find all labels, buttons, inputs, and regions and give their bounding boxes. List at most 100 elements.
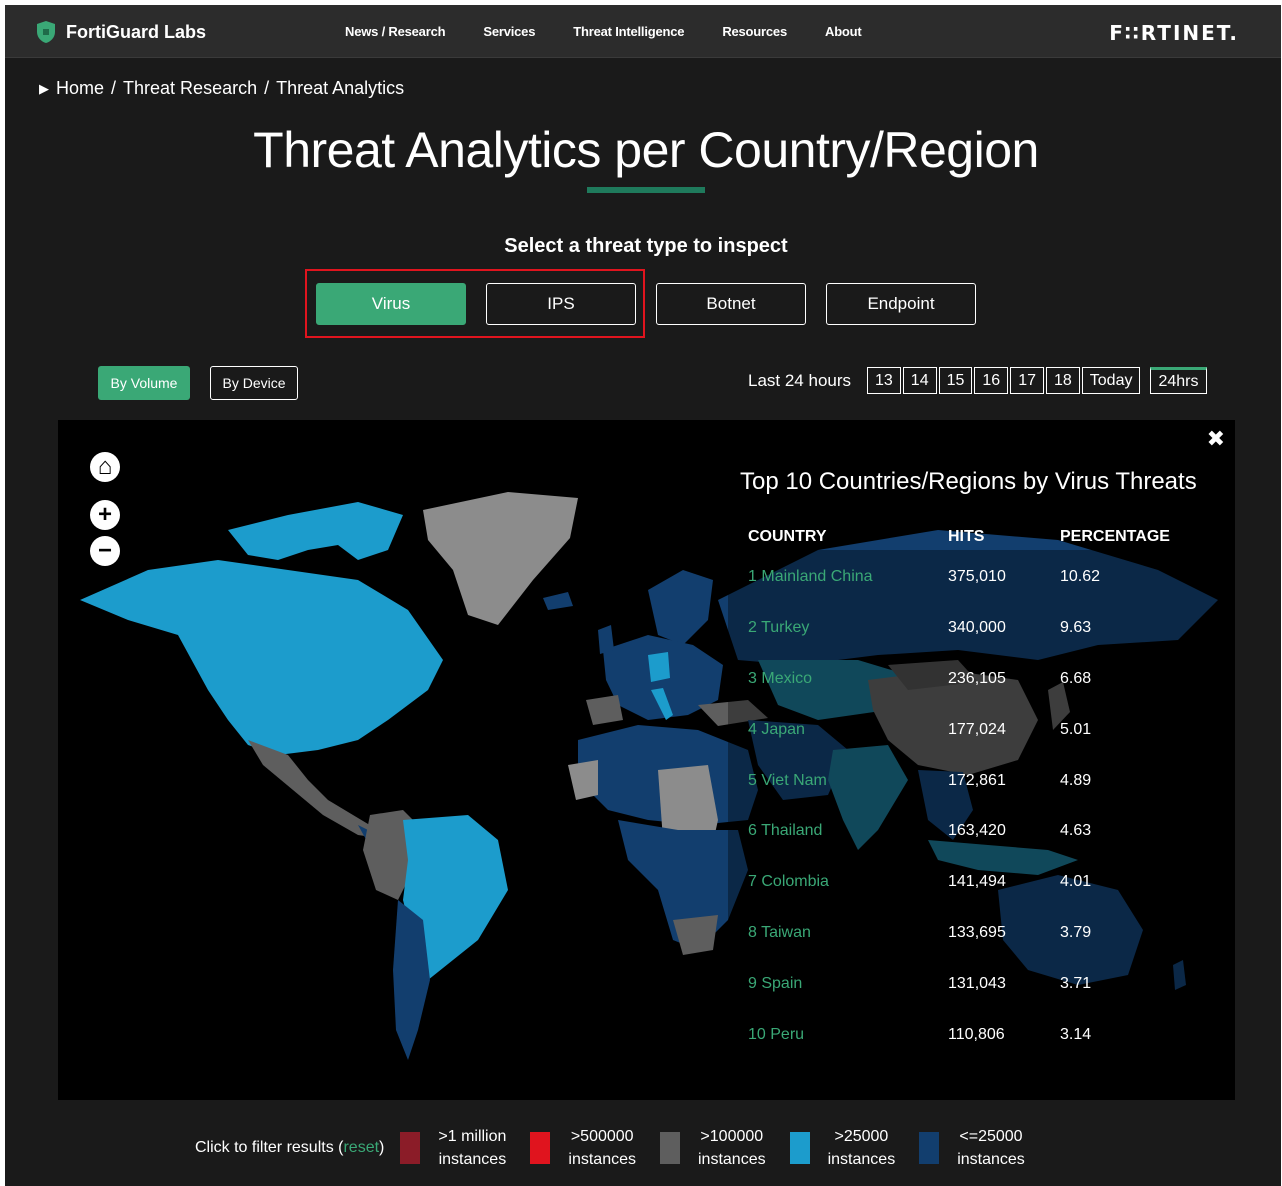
legend-text: >25000 instances bbox=[828, 1125, 896, 1171]
column-header-country: COUNTRY bbox=[748, 528, 827, 545]
fortinet-logo[interactable]: F∷RTINET. bbox=[1109, 21, 1239, 45]
legend-swatch[interactable] bbox=[919, 1132, 940, 1164]
legend-item[interactable]: >500000 instances bbox=[530, 1125, 636, 1171]
top-countries-table: COUNTRY HITS PERCENTAGE 1 Mainland China… bbox=[748, 528, 1218, 1060]
country-cell[interactable]: 8 Taiwan bbox=[748, 924, 948, 942]
map-region-scandinavia bbox=[648, 570, 713, 645]
legend-item[interactable]: >25000 instances bbox=[789, 1125, 896, 1171]
country-name: Taiwan bbox=[761, 923, 811, 941]
hits-cell: 131,043 bbox=[948, 974, 1006, 992]
table-row[interactable]: 3 Mexico 236,105 6.68 bbox=[748, 654, 1218, 705]
close-icon[interactable]: ✖ bbox=[1207, 426, 1225, 452]
legend-text: <=25000 instances bbox=[957, 1125, 1025, 1171]
legend-label-suffix: ) bbox=[379, 1139, 385, 1156]
hits-cell: 177,024 bbox=[948, 720, 1006, 738]
map-region-central-europe bbox=[648, 652, 670, 682]
legend-line2: instances bbox=[568, 1151, 636, 1168]
day-button-18[interactable]: 18 bbox=[1045, 367, 1080, 394]
country-name: Mexico bbox=[761, 669, 813, 687]
percentage-cell: 3.79 bbox=[1060, 923, 1092, 941]
rank: 6 bbox=[748, 822, 757, 840]
range-button-24hrs[interactable]: 24hrs bbox=[1150, 367, 1207, 394]
nav-link-resources[interactable]: Resources bbox=[722, 24, 787, 39]
day-button-16[interactable]: 16 bbox=[974, 367, 1009, 394]
table-row[interactable]: 2 Turkey 340,000 9.63 bbox=[748, 603, 1218, 654]
day-selector: 13 14 15 16 17 18 Today 24hrs bbox=[867, 367, 1209, 394]
country-cell[interactable]: 10 Peru bbox=[748, 1026, 948, 1044]
legend-line1: >100000 bbox=[700, 1128, 764, 1145]
breadcrumb-separator: / bbox=[264, 78, 270, 98]
breadcrumb-home[interactable]: Home bbox=[56, 78, 104, 99]
country-name: Spain bbox=[761, 974, 803, 992]
legend-item[interactable]: >1 million instances bbox=[400, 1125, 506, 1171]
rank: 5 bbox=[748, 771, 757, 789]
legend-line1: >500000 bbox=[570, 1128, 634, 1145]
table-row[interactable]: 8 Taiwan 133,695 3.79 bbox=[748, 908, 1218, 959]
day-button-17[interactable]: 17 bbox=[1010, 367, 1044, 394]
rank: 4 bbox=[748, 720, 757, 738]
nav-link-news-research[interactable]: News / Research bbox=[345, 24, 446, 39]
legend-swatch[interactable] bbox=[400, 1132, 421, 1164]
by-device-button[interactable]: By Device bbox=[210, 366, 298, 400]
percentage-cell: 9.63 bbox=[1060, 619, 1092, 637]
country-cell[interactable]: 1 Mainland China bbox=[748, 568, 948, 586]
percentage-cell: 3.14 bbox=[1060, 1025, 1092, 1043]
table-row[interactable]: 6 Thailand 163,420 4.63 bbox=[748, 806, 1218, 857]
nav-link-services[interactable]: Services bbox=[483, 24, 535, 39]
threat-button-botnet[interactable]: Botnet bbox=[656, 283, 806, 325]
table-row[interactable]: 1 Mainland China 375,010 10.62 bbox=[748, 552, 1218, 603]
threat-button-virus[interactable]: Virus bbox=[316, 283, 466, 325]
country-name: Colombia bbox=[761, 873, 829, 891]
legend-label: Click to filter results (reset) bbox=[195, 1139, 384, 1157]
breadcrumb-threat-analytics[interactable]: Threat Analytics bbox=[276, 78, 404, 99]
breadcrumb-threat-research[interactable]: Threat Research bbox=[123, 78, 257, 99]
country-cell[interactable]: 4 Japan bbox=[748, 721, 948, 739]
hits-cell: 340,000 bbox=[948, 619, 1006, 637]
nav-link-about[interactable]: About bbox=[825, 24, 862, 39]
country-cell[interactable]: 5 Viet Nam bbox=[748, 772, 948, 790]
country-cell[interactable]: 9 Spain bbox=[748, 975, 948, 993]
country-cell[interactable]: 7 Colombia bbox=[748, 873, 948, 891]
map-region-iberia bbox=[586, 695, 623, 725]
country-cell[interactable]: 6 Thailand bbox=[748, 822, 948, 840]
country-cell[interactable]: 3 Mexico bbox=[748, 670, 948, 688]
legend-text: >500000 instances bbox=[568, 1125, 636, 1171]
legend-line2: instances bbox=[438, 1151, 507, 1168]
hits-cell: 172,861 bbox=[948, 771, 1006, 789]
table-header: COUNTRY HITS PERCENTAGE bbox=[748, 528, 1218, 552]
threat-button-endpoint[interactable]: Endpoint bbox=[826, 283, 976, 325]
page-frame: FortiGuard Labs News / Research Services… bbox=[5, 5, 1281, 1186]
legend-swatch[interactable] bbox=[660, 1132, 680, 1164]
legend-line2: instances bbox=[698, 1151, 766, 1168]
threat-type-prompt: Select a threat type to inspect bbox=[504, 235, 788, 257]
legend: Click to filter results (reset) >1 milli… bbox=[195, 1123, 1049, 1173]
home-icon[interactable]: ⌂ bbox=[90, 452, 120, 482]
reset-link[interactable]: reset bbox=[343, 1139, 379, 1156]
rank: 1 bbox=[748, 568, 757, 586]
country-name: Viet Nam bbox=[761, 771, 827, 789]
day-button-14[interactable]: 14 bbox=[902, 367, 937, 394]
legend-swatch[interactable] bbox=[530, 1132, 551, 1164]
country-name: Turkey bbox=[761, 619, 810, 637]
table-row[interactable]: 5 Viet Nam 172,861 4.89 bbox=[748, 755, 1218, 806]
legend-text: >1 million instances bbox=[438, 1125, 506, 1171]
threat-button-ips[interactable]: IPS bbox=[486, 283, 636, 325]
table-row[interactable]: 4 Japan 177,024 5.01 bbox=[748, 704, 1218, 755]
legend-item[interactable]: <=25000 instances bbox=[919, 1125, 1025, 1171]
day-button-today[interactable]: Today bbox=[1081, 367, 1141, 394]
zoom-in-icon[interactable]: + bbox=[90, 500, 120, 530]
map-region-iceland bbox=[543, 592, 573, 610]
table-row[interactable]: 7 Colombia 141,494 4.01 bbox=[748, 857, 1218, 908]
rank: 3 bbox=[748, 669, 757, 687]
day-button-13[interactable]: 13 bbox=[867, 367, 901, 394]
table-row[interactable]: 9 Spain 131,043 3.71 bbox=[748, 958, 1218, 1009]
by-volume-button[interactable]: By Volume bbox=[98, 366, 190, 400]
day-button-15[interactable]: 15 bbox=[938, 367, 973, 394]
nav-link-threat-intelligence[interactable]: Threat Intelligence bbox=[573, 24, 684, 39]
brand[interactable]: FortiGuard Labs bbox=[36, 19, 206, 45]
zoom-out-icon[interactable]: − bbox=[90, 536, 120, 566]
legend-swatch[interactable] bbox=[789, 1132, 810, 1164]
table-row[interactable]: 10 Peru 110,806 3.14 bbox=[748, 1009, 1218, 1060]
country-cell[interactable]: 2 Turkey bbox=[748, 619, 948, 637]
legend-item[interactable]: >100000 instances bbox=[660, 1125, 766, 1171]
